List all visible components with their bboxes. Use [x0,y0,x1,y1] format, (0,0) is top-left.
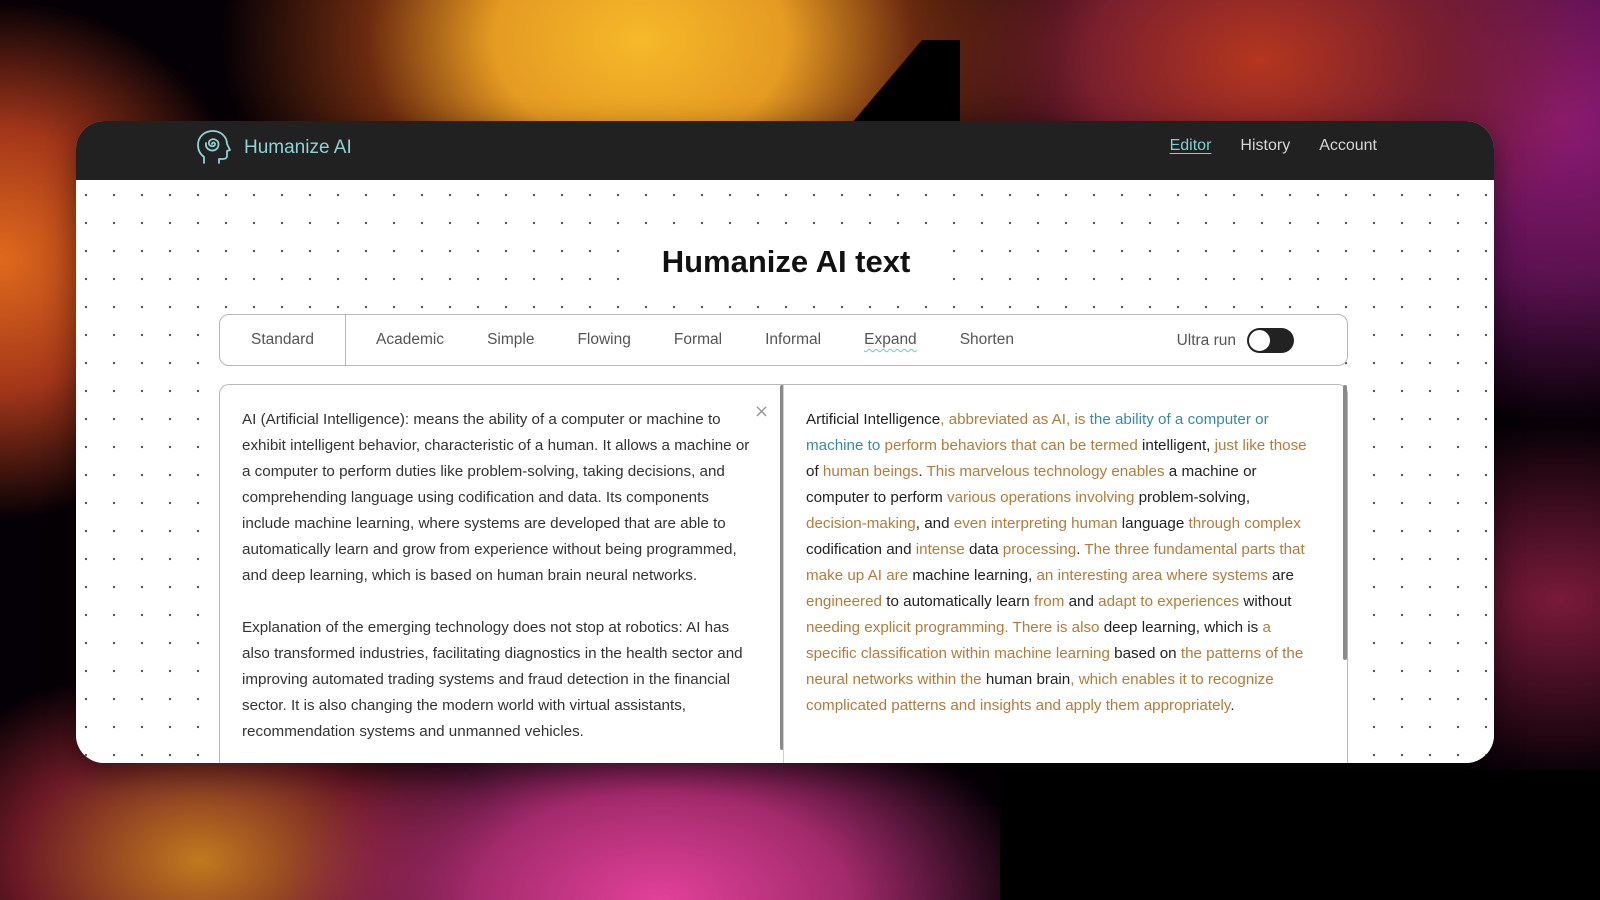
output-segment-unchanged: . [1230,697,1235,714]
output-segment-unchanged: without [1239,593,1292,610]
mode-selector: Standard Academic Simple Flowing Formal … [219,314,1348,366]
output-segment-changed[interactable]: engineered [806,593,882,610]
ultra-run-toggle[interactable] [1247,328,1294,353]
head-spiral-icon [197,130,231,164]
app-window: Humanize AI Editor History Account Human… [76,121,1494,763]
input-paragraph: AI (Artificial Intelligence): means the … [242,411,750,584]
app-logo[interactable]: Humanize AI [196,129,352,167]
output-segment-unchanged: to automatically learn [882,593,1034,610]
mode-tab-flowing[interactable]: Flowing [577,331,630,349]
output-scrollbar[interactable] [1343,385,1347,660]
output-segment-unchanged: and [1064,593,1099,610]
dotted-workspace: Humanize AI text Standard Academic Simpl… [76,180,1494,763]
output-segment-changed[interactable]: needing explicit programming. There is a… [806,619,1100,636]
output-segment-changed[interactable]: This marvelous technology enables [926,463,1164,480]
output-segment-unchanged: Artificial Intelligence [806,411,941,428]
output-segment-unchanged: machine learning, [908,567,1037,584]
nav-history[interactable]: History [1240,137,1290,155]
close-icon[interactable]: × [754,403,769,421]
output-segment-changed[interactable]: intense [916,541,965,558]
output-text-panel[interactable]: Artificial Intelligence, abbreviated as … [783,385,1345,763]
mode-tab-academic[interactable]: Academic [376,331,444,349]
output-segment-unchanged: based on [1109,645,1181,662]
nav-editor[interactable]: Editor [1170,137,1212,155]
output-segment-changed[interactable]: decision-making [806,515,916,532]
output-segment-changed[interactable]: human beings [823,463,918,480]
main-nav: Editor History Account [1170,137,1377,155]
output-segment-unchanged: codification and [806,541,916,558]
ultra-run-label: Ultra run [1176,331,1236,349]
mode-tab-expand[interactable]: Expand [864,331,917,349]
output-segment-changed[interactable]: even interpreting human [954,515,1118,532]
output-segment-changed[interactable]: , abbreviated as AI, is [940,411,1089,428]
app-name: Humanize AI [244,137,352,158]
input-text-panel[interactable]: AI (Artificial Intelligence): means the … [220,385,780,763]
mode-tab-informal[interactable]: Informal [765,331,821,349]
wallpaper-shape [1000,770,1600,900]
output-segment-changed[interactable]: adapt to experiences [1098,593,1239,610]
page-title: Humanize AI text [636,237,936,287]
output-segment-unchanged: human brain [981,671,1071,688]
output-segment-unchanged: deep learning, which is [1099,619,1263,636]
nav-account[interactable]: Account [1319,137,1377,155]
mode-tab-simple[interactable]: Simple [487,331,534,349]
mode-tab-standard[interactable]: Standard [220,315,346,365]
output-paragraph: Artificial Intelligence, abbreviated as … [806,407,1315,719]
output-segment-changed[interactable]: processing [1003,541,1076,558]
mode-tab-formal[interactable]: Formal [674,331,722,349]
input-paragraph: Explanation of the emerging technology d… [242,619,743,740]
toggle-knob [1248,329,1271,352]
output-segment-changed[interactable]: various operations involving [947,489,1134,506]
output-segment-unchanged: data [964,541,1003,558]
mode-tab-list: Academic Simple Flowing Formal Informal … [346,331,1014,349]
output-segment-changed[interactable]: just like those [1215,437,1307,454]
output-segment-unchanged: , and [915,515,954,532]
output-segment-changed[interactable]: from [1034,593,1064,610]
output-segment-unchanged: language [1117,515,1189,532]
output-segment-unchanged: problem-solving, [1134,489,1251,506]
output-segment-unchanged: are [1267,567,1294,584]
output-segment-changed[interactable]: through complex [1189,515,1301,532]
output-segment-changed[interactable]: an interesting area where systems [1036,567,1267,584]
mode-tab-shorten[interactable]: Shorten [960,331,1014,349]
editor-panels: AI (Artificial Intelligence): means the … [219,384,1348,763]
ultra-run-control: Ultra run [1177,328,1294,353]
output-segment-unchanged: of [806,463,823,480]
output-segment-changed[interactable]: perform behaviors that can be termed [885,437,1138,454]
top-navigation-bar: Humanize AI Editor History Account [76,121,1494,180]
output-segment-unchanged: intelligent, [1137,437,1215,454]
